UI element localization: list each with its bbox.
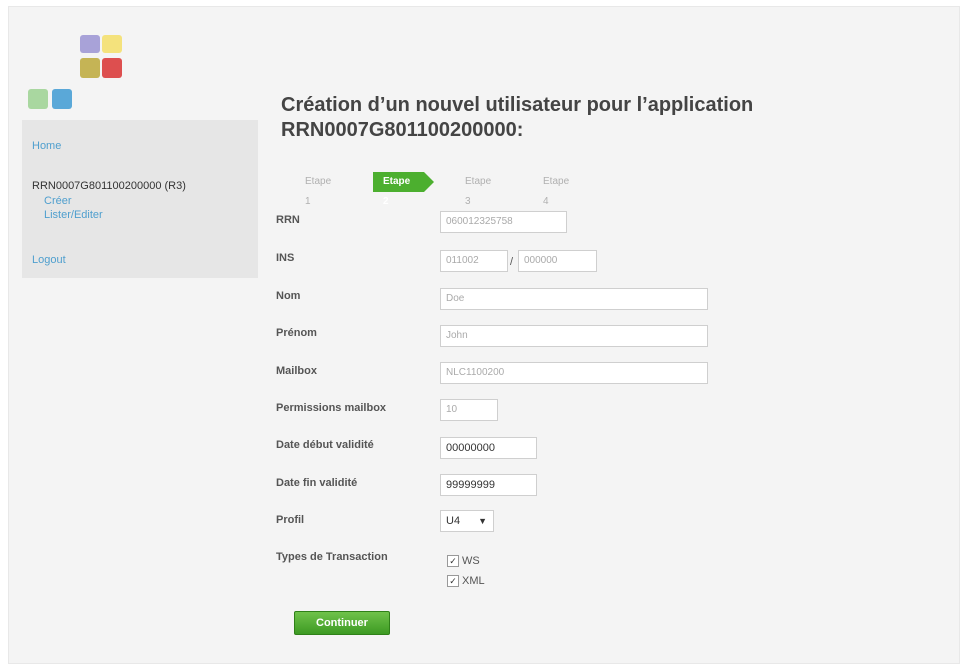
step-4: Etape 4: [543, 176, 570, 207]
date-fin-label: Date fin validité: [276, 477, 358, 489]
checkbox-checked-icon: ✓: [447, 575, 459, 588]
transaction-ws-label: WS: [462, 555, 480, 567]
nom-field[interactable]: Doe: [440, 288, 708, 310]
sidebar-logout-link[interactable]: Logout: [32, 254, 66, 266]
date-debut-label: Date début validité: [276, 439, 374, 451]
logo-square-olive: [80, 58, 100, 78]
sidebar-list-edit-link[interactable]: Lister/Editer: [44, 209, 103, 221]
ins-label: INS: [276, 252, 295, 264]
sidebar: Home RRN0007G801100200000 (R3) Créer Lis…: [22, 120, 258, 278]
rrn-field[interactable]: 060012325758: [440, 211, 567, 233]
permissions-label: Permissions mailbox: [276, 402, 387, 414]
ins-separator: /: [510, 256, 514, 268]
profil-label: Profil: [276, 514, 305, 526]
step-2-active: Etape 2: [373, 172, 435, 207]
checkbox-checked-icon: ✓: [447, 555, 459, 568]
logo-square-green: [28, 89, 48, 109]
logo-square-red: [102, 58, 122, 78]
logo-square-blue: [52, 89, 72, 109]
chevron-down-icon: ▼: [478, 516, 487, 526]
nom-label: Nom: [276, 290, 301, 302]
logo-square-purple: [80, 35, 100, 53]
date-fin-field[interactable]: 99999999: [440, 474, 537, 496]
transaction-xml-label: XML: [462, 575, 485, 587]
rrn-label: RRN: [276, 214, 300, 226]
sidebar-home-link[interactable]: Home: [32, 140, 61, 152]
prenom-field[interactable]: John: [440, 325, 708, 347]
sidebar-app-label: RRN0007G801100200000 (R3): [32, 180, 186, 192]
ins-field-2[interactable]: 000000: [518, 250, 597, 272]
ins-field-1[interactable]: 011002: [440, 250, 508, 272]
sidebar-create-link[interactable]: Créer: [44, 195, 72, 207]
app-logo: [22, 33, 132, 123]
profil-select[interactable]: U4 ▼: [440, 510, 494, 532]
transactions-label: Types de Transaction: [276, 551, 388, 563]
prenom-label: Prénom: [276, 327, 317, 339]
step-3: Etape 3: [465, 176, 492, 207]
permissions-field[interactable]: 10: [440, 399, 498, 421]
transaction-ws-checkbox[interactable]: ✓ WS: [447, 555, 480, 568]
profil-selected-value: U4: [446, 515, 461, 527]
logo-square-yellow: [102, 35, 122, 53]
page-title: Création d’un nouvel utilisateur pour l’…: [281, 94, 754, 141]
mailbox-label: Mailbox: [276, 365, 317, 377]
continue-button[interactable]: Continuer: [294, 611, 390, 635]
date-debut-field[interactable]: 00000000: [440, 437, 537, 459]
transaction-xml-checkbox[interactable]: ✓ XML: [447, 575, 485, 588]
mailbox-field[interactable]: NLC1100200: [440, 362, 708, 384]
step-1: Etape 1: [305, 176, 332, 207]
